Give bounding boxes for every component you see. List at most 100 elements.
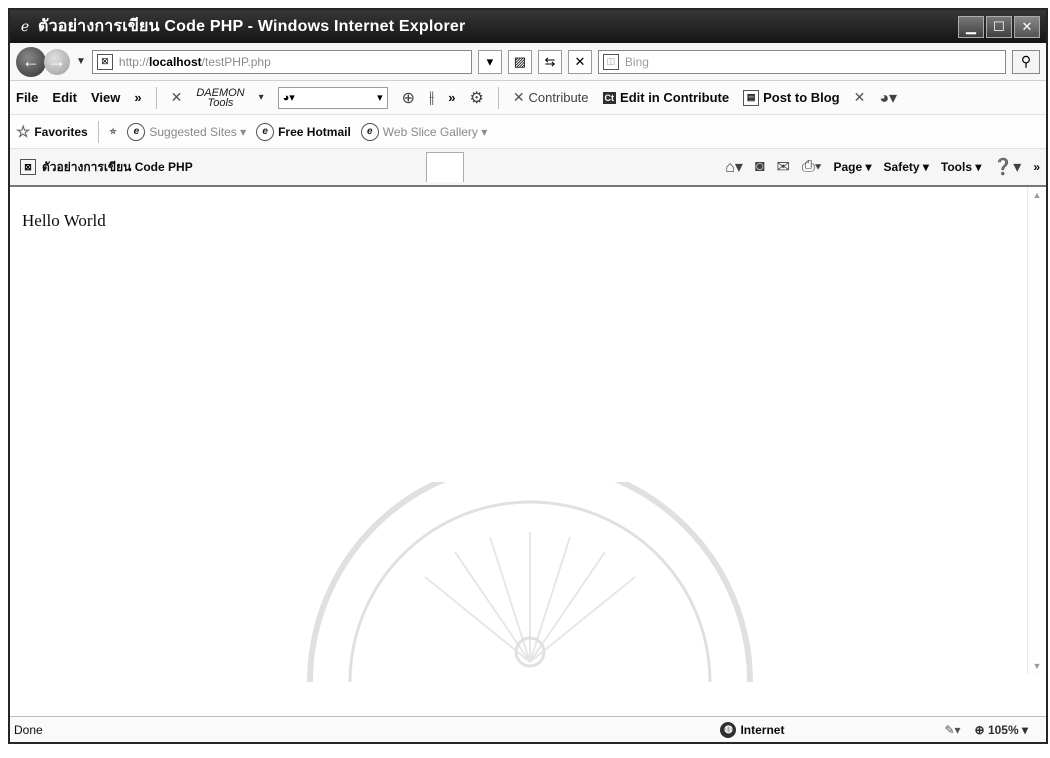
menu-bar: File Edit View » ✕ DAEMON Tools ▾ ◕▾ ▾ ⊕ ⫲… (10, 81, 1046, 115)
scroll-down-icon[interactable]: ▼ (1028, 658, 1046, 674)
hello-world-text: Hello World (22, 211, 106, 230)
address-dropdown-button[interactable]: ▾ (477, 49, 502, 74)
zoom-control[interactable]: ⊕ 105% ▾ (975, 723, 1028, 737)
daemon-tools-logo[interactable]: DAEMON Tools (196, 87, 244, 109)
mail-icon[interactable]: ✉ (777, 157, 790, 177)
edit-in-contribute-button[interactable]: Ct Edit in Contribute (602, 90, 730, 105)
bing-logo-icon: ◫ (602, 53, 619, 70)
rss-icon[interactable]: ◙ (755, 158, 765, 176)
safety-menu-button[interactable]: Safety ▾ (884, 160, 929, 174)
favorites-bar: ☆ Favorites ⭒ e Suggested Sites ▾ e Free Ho… (10, 115, 1046, 149)
commandbar-overflow-button[interactable]: » (1033, 160, 1040, 174)
menu-edit[interactable]: Edit (52, 90, 77, 105)
command-bar: ⌂▾ ◙ ✉ ⎙▾ Page ▾ Safety ▾ Tools ▾ ❓▾ » (725, 157, 1040, 177)
security-zone[interactable]: ◍ Internet (720, 721, 785, 738)
search-button[interactable]: ⚲ (1012, 49, 1040, 74)
suggested-sites-label: Suggested Sites ▾ (149, 124, 247, 139)
home-icon[interactable]: ⌂▾ (725, 157, 743, 177)
protected-mode-icon[interactable]: ✎▾ (944, 723, 960, 737)
zoom-search-icon[interactable]: ⊕ (402, 88, 415, 108)
close-button[interactable]: ✕ (1014, 15, 1040, 38)
favorites-label: Favorites (34, 124, 88, 139)
favorites-separator (97, 120, 99, 143)
menu-separator (155, 86, 157, 109)
tab-bar: ⊠ ตัวอย่างการเขียน Code PHP ⌂▾ ◙ ✉ ⎙▾ Pa… (10, 149, 1046, 187)
search-placeholder: Bing (624, 54, 649, 69)
tab-title: ตัวอย่างการเขียน Code PHP (42, 159, 193, 174)
forward-button[interactable]: → (44, 48, 70, 75)
compatibility-icon: ▨ (513, 53, 527, 69)
magnifier-icon: ⊕ (974, 722, 985, 737)
back-arrow-icon: ← (22, 51, 40, 71)
suggested-sites-link[interactable]: e Suggested Sites ▾ (127, 122, 247, 141)
stop-button[interactable]: ✕ (567, 49, 592, 74)
web-slice-gallery-link[interactable]: e Web Slice Gallery ▾ (360, 122, 488, 141)
stop-icon: ✕ (574, 53, 586, 69)
status-right: ✎▾ ⊕ 105% ▾ (944, 723, 1028, 737)
ie-page-icon: e (360, 122, 379, 141)
compatibility-view-button[interactable]: ▨ (507, 49, 532, 74)
daemon-search-combo[interactable]: ◕▾ ▾ (277, 86, 388, 109)
search-icon: ⚲ (1020, 53, 1032, 69)
contribute-label: Contribute (528, 90, 589, 105)
daemon-overflow-button[interactable]: » (448, 90, 455, 105)
maximize-button[interactable]: ☐ (986, 15, 1012, 38)
blog-toolbar-close-icon[interactable]: ✕ (854, 89, 866, 106)
translate-icon[interactable]: ◕▾ (879, 88, 897, 108)
status-bar: Done ◍ Internet ✎▾ ⊕ 105% ▾ (10, 716, 1046, 742)
globe-icon: ◍ (720, 721, 737, 738)
refresh-button[interactable]: ⇆ (537, 49, 562, 74)
menu-overflow-button[interactable]: » (134, 90, 141, 105)
toolbar-close-icon[interactable]: ✕ (171, 89, 183, 106)
contribute-logo-icon: Ct (602, 91, 617, 104)
web-slice-gallery-label: Web Slice Gallery ▾ (382, 124, 488, 139)
help-icon[interactable]: ❓▾ (993, 157, 1021, 177)
refresh-icon: ⇆ (544, 53, 556, 69)
zone-label: Internet (740, 722, 785, 737)
post-to-blog-label: Post to Blog (763, 90, 840, 105)
menu-separator-2 (497, 86, 499, 109)
edit-in-contribute-label: Edit in Contribute (620, 90, 730, 105)
page-menu-button[interactable]: Page ▾ (833, 160, 871, 174)
menu-view[interactable]: View (91, 90, 120, 105)
blog-icon: ▤ (743, 89, 760, 106)
address-bar: ← → ▼ ⊠ http://localhost/testPHP.php ▾ ▨… (10, 43, 1046, 81)
forward-arrow-icon: → (48, 51, 66, 71)
page-favicon-icon: ⊠ (96, 53, 113, 70)
combo-chevron-down-icon: ▾ (377, 92, 383, 104)
status-text: Done (14, 722, 43, 737)
favorites-button[interactable]: ☆ Favorites (16, 122, 88, 142)
url-host: localhost (148, 54, 202, 69)
ie-window: ℯ ตัวอย่างการเขียน Code PHP - Windows In… (8, 8, 1048, 744)
free-hotmail-label: Free Hotmail (278, 124, 351, 139)
daemon-dropdown-button[interactable]: ▾ (259, 92, 264, 103)
split-icon[interactable]: ⫲ (429, 89, 434, 107)
history-dropdown-button[interactable]: ▼ (76, 56, 86, 67)
post-to-blog-button[interactable]: ▤ Post to Blog (743, 89, 840, 106)
seal-watermark (307, 482, 753, 682)
ie-page-icon: e (127, 122, 146, 141)
new-tab-button[interactable] (426, 152, 464, 182)
menu-file[interactable]: File (16, 90, 38, 105)
tools-menu-button[interactable]: Tools ▾ (941, 160, 981, 174)
window-title: ตัวอย่างการเขียน Code PHP - Windows Inte… (38, 18, 466, 35)
star-icon: ☆ (16, 123, 31, 141)
tab-current-page[interactable]: ⊠ ตัวอย่างการเขียน Code PHP (16, 152, 426, 182)
add-to-favorites-icon[interactable]: ⭒ (109, 123, 118, 141)
caption-buttons: ▁ ☐ ✕ (958, 15, 1040, 38)
vertical-scrollbar[interactable]: ▲ ▼ (1027, 187, 1046, 674)
title-bar[interactable]: ℯ ตัวอย่างการเขียน Code PHP - Windows In… (10, 10, 1046, 43)
daemon-globe-icon: ◕▾ (282, 92, 295, 104)
url-protocol: http:// (118, 54, 149, 69)
contribute-button[interactable]: ✕ Contribute (513, 89, 589, 106)
back-button[interactable]: ← (16, 46, 46, 77)
print-icon[interactable]: ⎙▾ (802, 158, 822, 176)
minimize-button[interactable]: ▁ (958, 15, 984, 38)
free-hotmail-link[interactable]: e Free Hotmail (256, 122, 351, 141)
gear-icon[interactable]: ⚙ (469, 88, 483, 108)
ie-page-icon: e (256, 122, 275, 141)
scroll-up-icon[interactable]: ▲ (1028, 187, 1046, 203)
daemon-logo-subtext: Tools (207, 96, 234, 109)
search-input[interactable]: ◫ Bing (597, 49, 1006, 74)
url-input[interactable]: ⊠ http://localhost/testPHP.php (91, 49, 472, 74)
